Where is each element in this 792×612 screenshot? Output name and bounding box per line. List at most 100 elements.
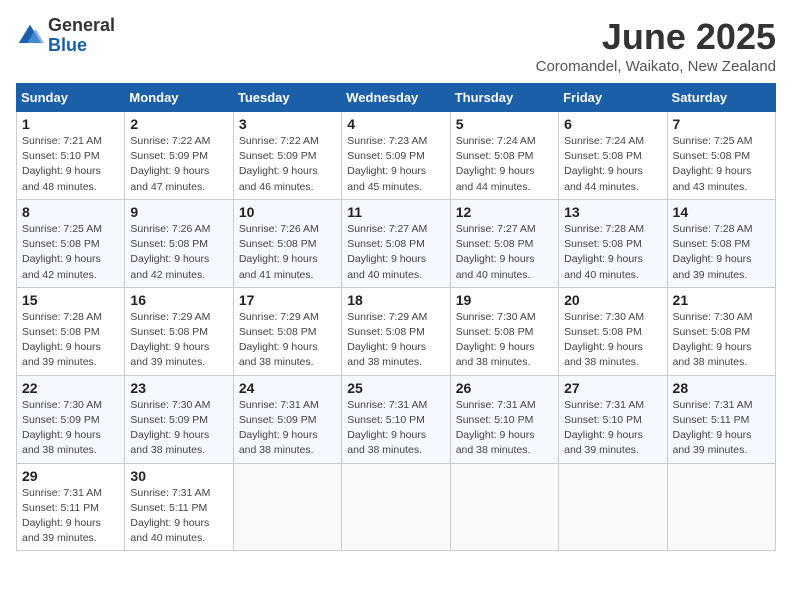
calendar-cell: 23 Sunrise: 7:30 AM Sunset: 5:09 PM Dayli… [125, 375, 233, 463]
day-info: Sunrise: 7:31 AM Sunset: 5:11 PM Dayligh… [22, 486, 119, 547]
day-info: Sunrise: 7:28 AM Sunset: 5:08 PM Dayligh… [564, 222, 661, 283]
calendar-cell: 3 Sunrise: 7:22 AM Sunset: 5:09 PM Daylig… [233, 112, 341, 200]
weekday-header-sunday: Sunday [17, 84, 125, 112]
calendar-cell: 19 Sunrise: 7:30 AM Sunset: 5:08 PM Dayli… [450, 287, 558, 375]
day-info: Sunrise: 7:29 AM Sunset: 5:08 PM Dayligh… [130, 310, 227, 371]
calendar-cell: 26 Sunrise: 7:31 AM Sunset: 5:10 PM Dayli… [450, 375, 558, 463]
day-number: 29 [22, 468, 119, 484]
day-number: 11 [347, 204, 444, 220]
day-number: 2 [130, 116, 227, 132]
day-number: 26 [456, 380, 553, 396]
weekday-header-wednesday: Wednesday [342, 84, 450, 112]
day-info: Sunrise: 7:30 AM Sunset: 5:08 PM Dayligh… [673, 310, 770, 371]
weekday-header-row: SundayMondayTuesdayWednesdayThursdayFrid… [17, 84, 776, 112]
calendar-cell: 8 Sunrise: 7:25 AM Sunset: 5:08 PM Daylig… [17, 199, 125, 287]
day-number: 19 [456, 292, 553, 308]
calendar-cell: 30 Sunrise: 7:31 AM Sunset: 5:11 PM Dayli… [125, 463, 233, 551]
day-number: 23 [130, 380, 227, 396]
calendar-cell: 5Sunrise: 7:24 AM Sunset: 5:08 PM Daylig… [450, 112, 558, 200]
day-number: 25 [347, 380, 444, 396]
day-number: 30 [130, 468, 227, 484]
calendar-cell: 16 Sunrise: 7:29 AM Sunset: 5:08 PM Dayli… [125, 287, 233, 375]
logo-general-text: General [48, 16, 115, 36]
day-info: Sunrise: 7:25 AM Sunset: 5:08 PM Dayligh… [673, 134, 770, 195]
day-info: Sunrise: 7:25 AM Sunset: 5:08 PM Dayligh… [22, 222, 119, 283]
weekday-header-monday: Monday [125, 84, 233, 112]
day-number: 7 [673, 116, 770, 132]
calendar-cell [450, 463, 558, 551]
day-info: Sunrise: 7:30 AM Sunset: 5:08 PM Dayligh… [456, 310, 553, 371]
day-number: 24 [239, 380, 336, 396]
week-row-4: 22 Sunrise: 7:30 AM Sunset: 5:09 PM Dayli… [17, 375, 776, 463]
day-info: Sunrise: 7:30 AM Sunset: 5:09 PM Dayligh… [130, 398, 227, 459]
day-number: 15 [22, 292, 119, 308]
day-number: 13 [564, 204, 661, 220]
day-info: Sunrise: 7:31 AM Sunset: 5:10 PM Dayligh… [456, 398, 553, 459]
location-title: Coromandel, Waikato, New Zealand [536, 58, 776, 75]
day-info: Sunrise: 7:31 AM Sunset: 5:09 PM Dayligh… [239, 398, 336, 459]
calendar-cell: 11 Sunrise: 7:27 AM Sunset: 5:08 PM Dayli… [342, 199, 450, 287]
calendar-cell: 21Sunrise: 7:30 AM Sunset: 5:08 PM Dayli… [667, 287, 775, 375]
day-number: 4 [347, 116, 444, 132]
weekday-header-thursday: Thursday [450, 84, 558, 112]
day-number: 1 [22, 116, 119, 132]
calendar-cell: 28 Sunrise: 7:31 AM Sunset: 5:11 PM Dayli… [667, 375, 775, 463]
calendar-cell: 2Sunrise: 7:22 AM Sunset: 5:09 PM Daylig… [125, 112, 233, 200]
calendar-cell: 15Sunrise: 7:28 AM Sunset: 5:08 PM Dayli… [17, 287, 125, 375]
day-number: 10 [239, 204, 336, 220]
day-number: 16 [130, 292, 227, 308]
day-number: 22 [22, 380, 119, 396]
calendar-cell [233, 463, 341, 551]
calendar-cell: 6 Sunrise: 7:24 AM Sunset: 5:08 PM Daylig… [559, 112, 667, 200]
day-info: Sunrise: 7:27 AM Sunset: 5:08 PM Dayligh… [456, 222, 553, 283]
day-info: Sunrise: 7:31 AM Sunset: 5:10 PM Dayligh… [564, 398, 661, 459]
weekday-header-tuesday: Tuesday [233, 84, 341, 112]
day-number: 17 [239, 292, 336, 308]
day-number: 18 [347, 292, 444, 308]
calendar-cell [559, 463, 667, 551]
day-info: Sunrise: 7:29 AM Sunset: 5:08 PM Dayligh… [239, 310, 336, 371]
week-row-3: 15Sunrise: 7:28 AM Sunset: 5:08 PM Dayli… [17, 287, 776, 375]
calendar-cell: 27 Sunrise: 7:31 AM Sunset: 5:10 PM Dayli… [559, 375, 667, 463]
day-info: Sunrise: 7:27 AM Sunset: 5:08 PM Dayligh… [347, 222, 444, 283]
calendar-cell: 20Sunrise: 7:30 AM Sunset: 5:08 PM Dayli… [559, 287, 667, 375]
calendar-cell: 25 Sunrise: 7:31 AM Sunset: 5:10 PM Dayli… [342, 375, 450, 463]
calendar-cell [342, 463, 450, 551]
calendar-cell: 10Sunrise: 7:26 AM Sunset: 5:08 PM Dayli… [233, 199, 341, 287]
weekday-header-friday: Friday [559, 84, 667, 112]
day-number: 28 [673, 380, 770, 396]
day-info: Sunrise: 7:30 AM Sunset: 5:08 PM Dayligh… [564, 310, 661, 371]
day-number: 9 [130, 204, 227, 220]
day-info: Sunrise: 7:31 AM Sunset: 5:11 PM Dayligh… [130, 486, 227, 547]
month-title: June 2025 [536, 16, 776, 58]
day-info: Sunrise: 7:23 AM Sunset: 5:09 PM Dayligh… [347, 134, 444, 195]
calendar-cell: 18Sunrise: 7:29 AM Sunset: 5:08 PM Dayli… [342, 287, 450, 375]
day-info: Sunrise: 7:22 AM Sunset: 5:09 PM Dayligh… [239, 134, 336, 195]
calendar-cell: 12 Sunrise: 7:27 AM Sunset: 5:08 PM Dayli… [450, 199, 558, 287]
logo-blue-text: Blue [48, 36, 115, 56]
calendar-cell: 24 Sunrise: 7:31 AM Sunset: 5:09 PM Dayli… [233, 375, 341, 463]
calendar-cell: 22Sunrise: 7:30 AM Sunset: 5:09 PM Dayli… [17, 375, 125, 463]
day-info: Sunrise: 7:28 AM Sunset: 5:08 PM Dayligh… [673, 222, 770, 283]
calendar-cell: 4 Sunrise: 7:23 AM Sunset: 5:09 PM Daylig… [342, 112, 450, 200]
day-info: Sunrise: 7:31 AM Sunset: 5:10 PM Dayligh… [347, 398, 444, 459]
calendar-cell: 29 Sunrise: 7:31 AM Sunset: 5:11 PM Dayli… [17, 463, 125, 551]
day-number: 5 [456, 116, 553, 132]
day-number: 8 [22, 204, 119, 220]
header: General Blue June 2025 Coromandel, Waika… [16, 16, 776, 75]
day-info: Sunrise: 7:31 AM Sunset: 5:11 PM Dayligh… [673, 398, 770, 459]
day-number: 3 [239, 116, 336, 132]
day-info: Sunrise: 7:24 AM Sunset: 5:08 PM Dayligh… [564, 134, 661, 195]
week-row-1: 1Sunrise: 7:21 AM Sunset: 5:10 PM Daylig… [17, 112, 776, 200]
weekday-header-saturday: Saturday [667, 84, 775, 112]
day-number: 27 [564, 380, 661, 396]
calendar-cell [667, 463, 775, 551]
logo-icon [16, 22, 44, 50]
day-number: 6 [564, 116, 661, 132]
calendar-cell: 14Sunrise: 7:28 AM Sunset: 5:08 PM Dayli… [667, 199, 775, 287]
day-number: 12 [456, 204, 553, 220]
day-info: Sunrise: 7:26 AM Sunset: 5:08 PM Dayligh… [130, 222, 227, 283]
calendar-cell: 13 Sunrise: 7:28 AM Sunset: 5:08 PM Dayli… [559, 199, 667, 287]
calendar-table: SundayMondayTuesdayWednesdayThursdayFrid… [16, 83, 776, 551]
calendar-cell: 17 Sunrise: 7:29 AM Sunset: 5:08 PM Dayli… [233, 287, 341, 375]
